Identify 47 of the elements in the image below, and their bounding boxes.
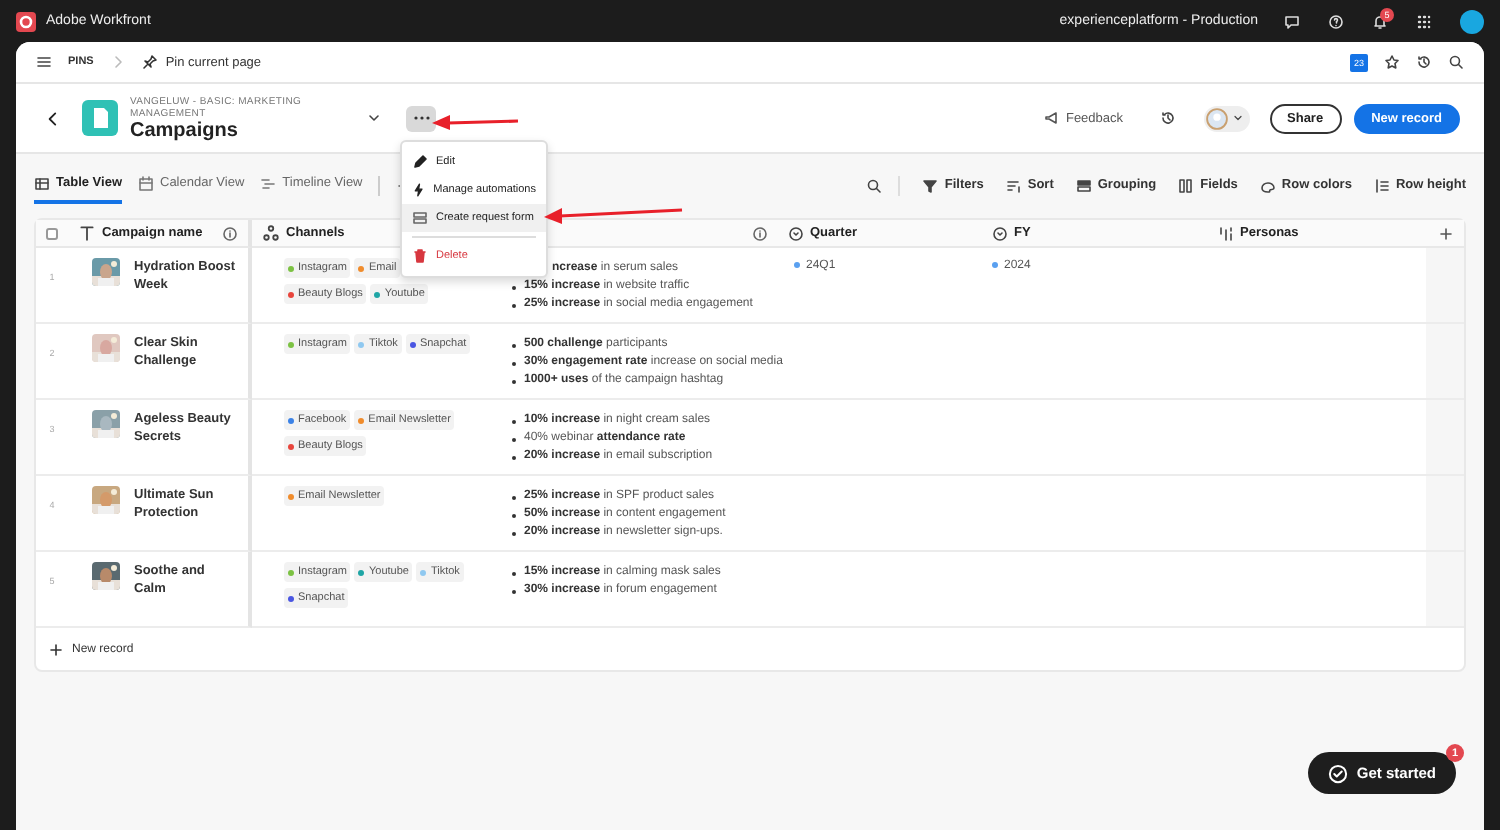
form-icon [412,210,428,226]
megaphone-icon [1043,110,1060,126]
back-icon[interactable] [44,109,62,127]
table-icon [34,175,50,191]
arrow-drawing [544,204,684,224]
app-icon [82,100,118,136]
sort-icon [1005,177,1022,193]
grouping-icon [1075,177,1092,193]
filter-icon [922,177,939,193]
help-icon[interactable] [1328,13,1344,29]
chevron-right-icon [109,54,126,70]
chevron-down-icon [1231,112,1244,124]
select-icon [788,225,804,241]
timeline-icon [260,175,277,191]
search-icon[interactable] [866,177,883,193]
row-height-icon [1373,177,1390,193]
search-icon[interactable] [1448,54,1464,70]
apps-grid-icon[interactable] [1416,13,1432,29]
hierarchy-icon [1218,225,1234,241]
app-logo [16,11,36,31]
chevron-down-icon[interactable] [366,110,382,126]
select-icon [992,225,1008,241]
menu-icon[interactable] [36,54,52,70]
arrow-drawing [432,114,520,130]
pin-icon[interactable] [141,54,158,70]
bell-icon[interactable] [1372,13,1388,29]
check-circle-icon [1328,763,1349,783]
checkbox[interactable] [46,227,58,239]
add-column-icon[interactable] [1437,225,1453,241]
lightning-icon [412,182,426,198]
avatar-icon [1205,107,1228,129]
fields-icon [1178,177,1195,193]
palette-icon [1259,177,1276,193]
info-icon [752,225,768,241]
trash-icon [412,248,428,264]
nodes-icon [262,224,280,242]
chat-icon[interactable] [1284,13,1300,29]
more-button[interactable] [406,105,436,131]
info-icon [222,225,238,241]
avatar[interactable] [1460,9,1484,33]
history-icon[interactable] [1159,110,1176,126]
page-title: Campaigns [130,119,240,141]
plus-icon[interactable] [48,641,64,657]
history-icon[interactable] [1416,54,1432,70]
calendar-icon [138,175,154,191]
star-icon[interactable] [1384,54,1400,70]
text-type-icon [78,224,96,242]
